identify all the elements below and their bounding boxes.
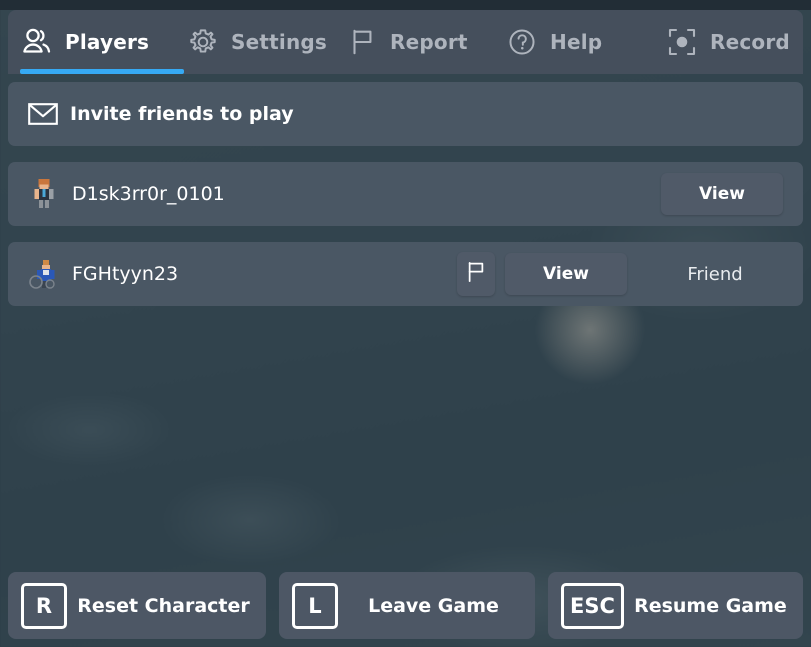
invite-friends-row[interactable]: Invite friends to play [8,82,803,146]
key-badge-l: L [292,582,338,629]
envelope-icon [28,99,58,129]
resume-game-button[interactable]: ESC Resume Game [548,572,803,639]
question-icon [505,25,539,59]
tab-report-label: Report [390,30,468,54]
gear-icon [186,25,220,59]
record-icon [665,25,699,59]
view-player-button[interactable]: View [661,173,783,215]
report-player-button[interactable] [457,252,495,296]
player-name: D1sk3rr0r_0101 [72,183,225,205]
flag-icon [466,261,486,288]
tab-record[interactable]: Record [665,10,805,74]
tab-players[interactable]: Players [20,10,184,74]
people-icon [20,25,54,59]
tab-record-label: Record [710,30,790,54]
friend-status-label: Friend [687,263,743,285]
leave-game-label: Leave Game [368,594,499,617]
avatar [26,256,62,292]
player-row: FGHtyyn23 View Friend [8,242,803,306]
key-badge-esc: ESC [561,582,624,629]
resume-game-label: Resume Game [634,594,787,617]
key-badge-r: R [21,582,67,629]
player-name: FGHtyyn23 [72,263,179,285]
reset-character-button[interactable]: R Reset Character [8,572,266,639]
tab-report[interactable]: Report [345,10,475,74]
flag-icon [345,25,379,59]
tab-help-label: Help [550,30,603,54]
player-row: D1sk3rr0r_0101 View [8,162,803,226]
avatar [26,176,62,212]
menu-tab-bar: Players Settings Report Help Record [8,10,803,74]
tab-help[interactable]: Help [505,10,605,74]
active-tab-underline [20,69,184,74]
tab-settings-label: Settings [231,30,328,54]
leave-game-button[interactable]: L Leave Game [279,572,535,639]
escape-menu-overlay: Players Settings Report Help Record Invi… [0,0,811,647]
reset-character-label: Reset Character [77,594,250,617]
tab-settings[interactable]: Settings [186,10,336,74]
invite-friends-label: Invite friends to play [70,103,294,125]
tab-players-label: Players [65,30,150,54]
view-player-button[interactable]: View [505,253,627,295]
